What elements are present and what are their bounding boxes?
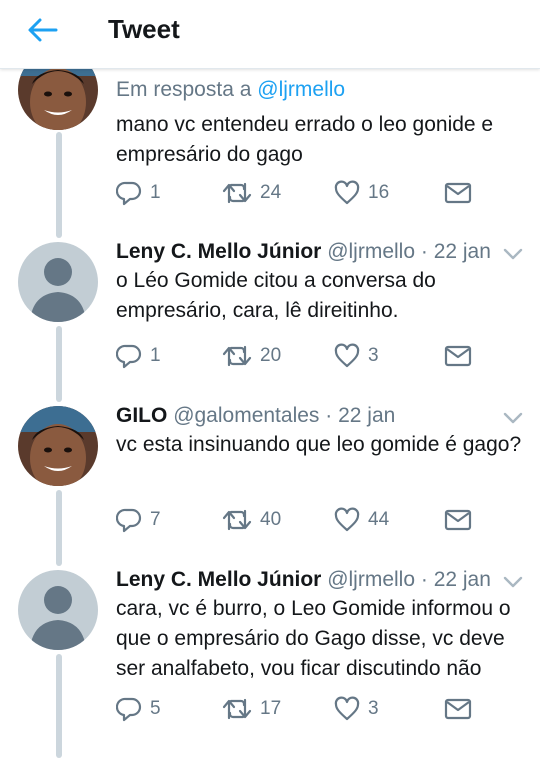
tweet-menu-button[interactable]: [502, 247, 524, 266]
like-count: 3: [368, 345, 379, 366]
like-button[interactable]: 16: [334, 178, 389, 208]
direct-message-button[interactable]: [444, 178, 472, 208]
tweet-actions: 7 40 44: [116, 505, 526, 535]
tweet-time[interactable]: · 22 jan: [421, 568, 491, 591]
tweet-menu-button[interactable]: [502, 411, 524, 430]
tweet-header: Leny C. Mello Júnior @ljrmello · 22 jan: [116, 568, 491, 592]
retweet-count: 20: [260, 345, 282, 366]
tweet-actions: 1 24 16: [116, 178, 526, 208]
tweet-header: GILO @galomentales · 22 jan: [116, 404, 395, 428]
retweet-button[interactable]: 40: [222, 505, 281, 535]
display-name[interactable]: Leny C. Mello Júnior: [116, 568, 321, 591]
direct-message-button[interactable]: [444, 341, 472, 371]
reply-button[interactable]: 1: [116, 178, 161, 208]
reply-icon: [116, 344, 142, 369]
like-count: 44: [368, 509, 390, 530]
reply-mention-link[interactable]: @ljrmello: [257, 78, 345, 101]
user-handle[interactable]: @galomentales: [173, 404, 319, 427]
chevron-down-icon: [503, 248, 523, 260]
display-name[interactable]: Leny C. Mello Júnior: [116, 240, 321, 263]
retweet-count: 24: [260, 182, 282, 203]
reply-count: 7: [150, 509, 161, 530]
like-icon: [334, 507, 360, 532]
reply-button[interactable]: 5: [116, 694, 161, 724]
like-icon: [334, 696, 360, 721]
direct-message-icon: [444, 509, 472, 531]
reply-icon: [116, 508, 142, 533]
tweet-time[interactable]: · 22 jan: [421, 240, 491, 263]
chevron-down-icon: [503, 412, 523, 424]
back-button[interactable]: [22, 14, 62, 46]
retweet-button[interactable]: 17: [222, 694, 281, 724]
retweet-icon: [222, 509, 252, 531]
retweet-count: 17: [260, 698, 282, 719]
reply-button[interactable]: 7: [116, 505, 161, 535]
retweet-button[interactable]: 24: [222, 178, 281, 208]
thread-line: [56, 654, 62, 758]
like-button[interactable]: 3: [334, 341, 379, 371]
thread-line: [56, 326, 62, 402]
user-handle[interactable]: @ljrmello: [327, 240, 415, 263]
avatar[interactable]: [18, 242, 98, 322]
reply-count: 1: [150, 182, 161, 203]
reply-icon: [116, 697, 142, 722]
like-icon: [334, 343, 360, 368]
reply-context: Em resposta a @ljrmello: [116, 78, 345, 102]
user-handle[interactable]: @ljrmello: [327, 568, 415, 591]
thread-line: [56, 490, 62, 566]
reply-prefix: Em resposta a: [116, 78, 252, 101]
reply-icon: [116, 181, 142, 206]
like-count: 3: [368, 698, 379, 719]
tweet-actions: 1 20 3: [116, 341, 526, 371]
page-title: Tweet: [108, 14, 180, 44]
like-icon: [334, 180, 360, 205]
direct-message-icon: [444, 182, 472, 204]
tweet-text: vc esta insinuando que leo gomide é gago…: [116, 433, 522, 456]
tweet-time[interactable]: · 22 jan: [325, 404, 395, 427]
reply-count: 5: [150, 698, 161, 719]
retweet-count: 40: [260, 509, 282, 530]
tweet-header: Leny C. Mello Júnior @ljrmello · 22 jan: [116, 240, 491, 264]
direct-message-button[interactable]: [444, 505, 472, 535]
reply-button[interactable]: 1: [116, 341, 161, 371]
reply-count: 1: [150, 345, 161, 366]
top-bar: Tweet: [0, 0, 540, 69]
avatar[interactable]: [18, 570, 98, 650]
retweet-button[interactable]: 20: [222, 341, 281, 371]
retweet-icon: [222, 698, 252, 720]
tweet-text: cara, vc é burro, o Leo Gomide informou …: [116, 597, 511, 680]
direct-message-icon: [444, 345, 472, 367]
retweet-icon: [222, 182, 252, 204]
back-arrow-icon: [28, 18, 58, 42]
tweet-actions: 5 17 3: [116, 694, 526, 724]
direct-message-icon: [444, 698, 472, 720]
like-count: 16: [368, 182, 390, 203]
tweet-menu-button[interactable]: [502, 575, 524, 594]
tweet-text: o Léo Gomide citou a conversa do empresá…: [116, 269, 436, 322]
thread-line: [56, 132, 62, 238]
retweet-icon: [222, 345, 252, 367]
like-button[interactable]: 3: [334, 694, 379, 724]
display-name[interactable]: GILO: [116, 404, 167, 427]
direct-message-button[interactable]: [444, 694, 472, 724]
tweet-text: mano vc entendeu errado o leo gonide e e…: [116, 113, 494, 166]
avatar[interactable]: [18, 406, 98, 486]
chevron-down-icon: [503, 576, 523, 588]
like-button[interactable]: 44: [334, 505, 389, 535]
